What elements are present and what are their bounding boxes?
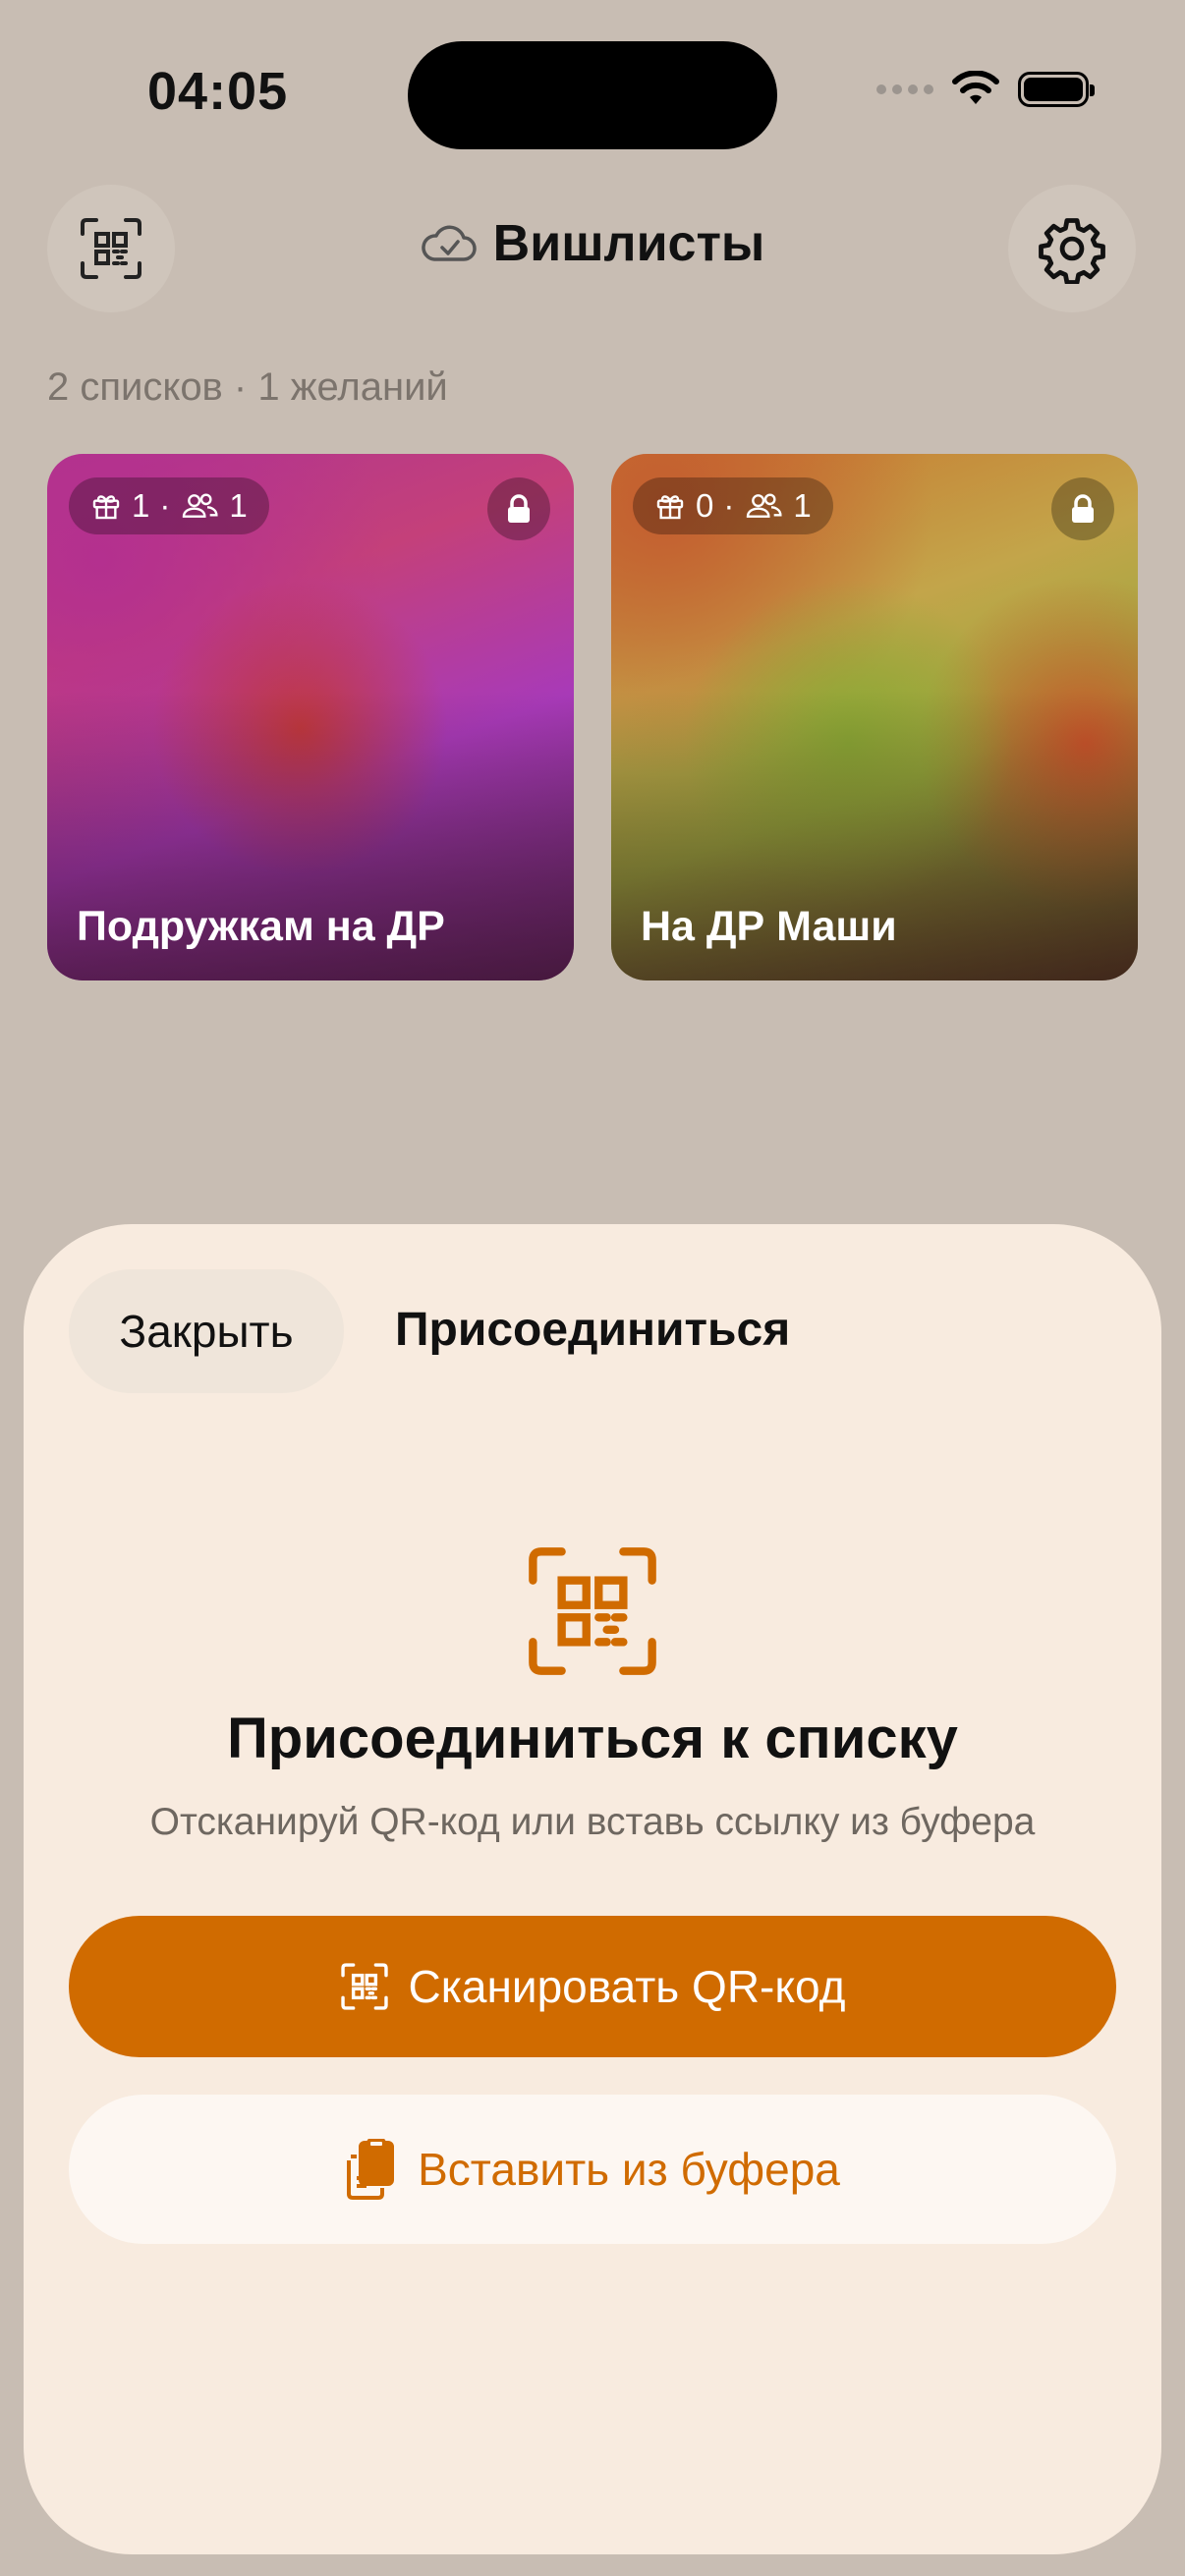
lock-icon — [487, 477, 550, 540]
header: Вишлисты — [0, 214, 1185, 273]
wishlist-card[interactable]: 1 · 1 Подружкам на ДР — [47, 454, 574, 980]
lists-summary: 2 списков · 1 желаний — [47, 365, 448, 409]
gift-icon — [92, 495, 120, 520]
status-time: 04:05 — [147, 62, 289, 121]
battery-icon — [1018, 72, 1095, 107]
people-icon — [747, 493, 782, 518]
clipboard-icon — [347, 2139, 395, 2200]
people-icon — [183, 493, 218, 518]
card-title: На ДР Маши — [641, 903, 897, 950]
stats-separator: · — [723, 487, 735, 524]
scan-qr-button[interactable]: Сканировать QR-код — [69, 1916, 1116, 2057]
dynamic-island — [408, 41, 777, 149]
member-count: 1 — [229, 487, 248, 524]
qr-code-icon — [340, 1963, 388, 2010]
gift-count: 0 — [696, 487, 714, 524]
settings-button[interactable] — [1008, 185, 1136, 312]
stats-separator: · — [159, 487, 171, 524]
gear-icon — [1039, 218, 1105, 284]
page-title: Вишлисты — [492, 215, 765, 272]
gift-icon — [656, 495, 684, 520]
wifi-icon — [952, 71, 999, 104]
wishlist-card[interactable]: 0 · 1 На ДР Маши — [611, 454, 1138, 980]
join-sheet: Закрыть Присоединиться Присоединиться к … — [24, 1224, 1161, 2554]
close-button[interactable]: Закрыть — [69, 1269, 344, 1393]
status-icons — [876, 71, 1095, 108]
gift-count: 1 — [132, 487, 150, 524]
cloud-check-icon — [421, 225, 477, 261]
lock-icon — [1051, 477, 1114, 540]
scan-qr-label: Сканировать QR-код — [408, 1961, 846, 2012]
card-title: Подружкам на ДР — [77, 903, 445, 950]
join-subtitle: Отсканируй QR-код или вставь ссылку из б… — [149, 1801, 1036, 1843]
card-stats-badge: 0 · 1 — [633, 477, 833, 534]
qr-code-icon — [529, 1547, 656, 1675]
member-count: 1 — [793, 487, 812, 524]
sheet-title: Присоединиться — [395, 1304, 791, 1356]
join-heading: Присоединиться к списку — [227, 1707, 958, 1770]
paste-label: Вставить из буфера — [418, 2144, 840, 2195]
card-stats-badge: 1 · 1 — [69, 477, 269, 534]
paste-from-clipboard-button[interactable]: Вставить из буфера — [69, 2095, 1116, 2244]
signal-icon — [876, 84, 933, 94]
